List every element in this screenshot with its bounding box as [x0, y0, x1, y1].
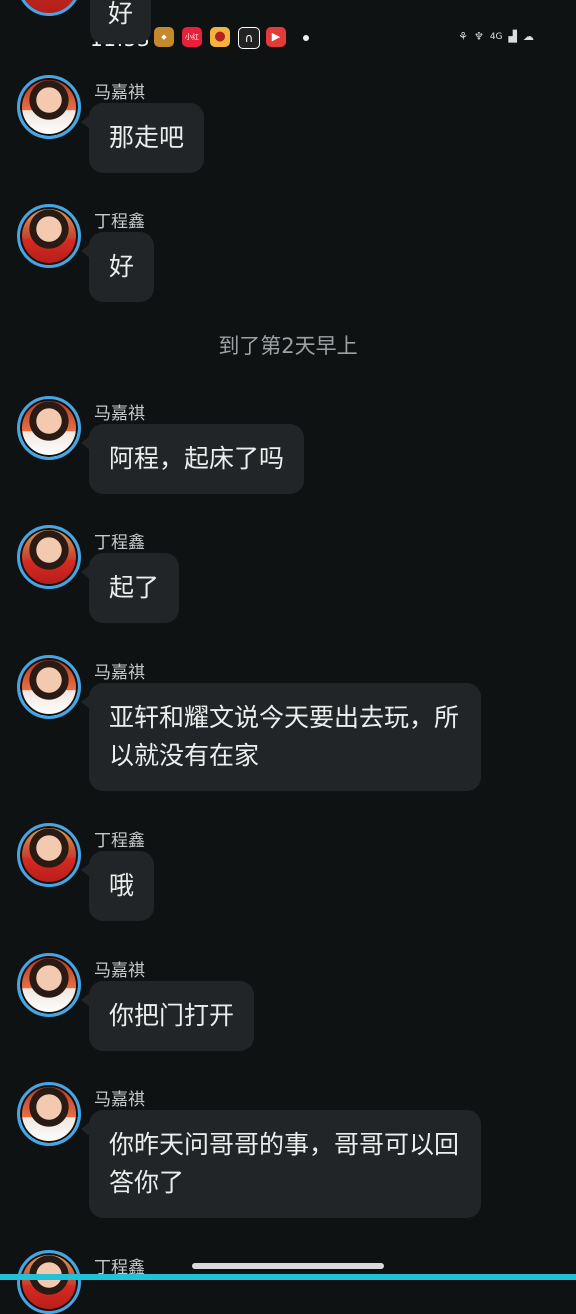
- avatar[interactable]: [17, 204, 81, 268]
- sender-name: 马嘉祺: [94, 663, 145, 683]
- message-bubble[interactable]: 亚轩和耀文说今天要出去玩，所以就没有在家: [81, 683, 481, 791]
- signal-icon: ▟: [508, 30, 517, 43]
- message-bubble-partial: 好: [90, 0, 152, 44]
- message-bubble[interactable]: 你昨天问哥哥的事，哥哥可以回答你了: [81, 1110, 481, 1218]
- message-bubble[interactable]: 阿程，起床了吗: [80, 424, 305, 494]
- sender-name: 马嘉祺: [94, 83, 145, 103]
- avatar[interactable]: [17, 1250, 81, 1314]
- message-bubble[interactable]: 你把门打开: [80, 981, 255, 1051]
- avatar[interactable]: [17, 655, 81, 719]
- message-bubble[interactable]: 好: [80, 232, 155, 302]
- home-indicator[interactable]: [192, 1263, 384, 1269]
- notification-dot-icon: [303, 35, 309, 41]
- sender-name: 马嘉祺: [94, 404, 145, 424]
- tag-icon: ⚘: [458, 30, 468, 43]
- sender-name: 丁程鑫: [94, 533, 145, 553]
- sender-name: 丁程鑫: [94, 831, 145, 851]
- trophy-icon: ♆: [473, 30, 484, 43]
- xiaohongshu-icon: 小红书: [182, 27, 202, 47]
- avatar[interactable]: [17, 823, 81, 887]
- sender-name: 马嘉祺: [94, 1090, 145, 1110]
- avatar[interactable]: [17, 525, 81, 589]
- network-4g-label: 4G: [489, 32, 503, 42]
- avatar[interactable]: [17, 396, 81, 460]
- status-right-icons: ⚘ ♆ 4G ▟ ☁: [458, 28, 534, 46]
- avatar[interactable]: [17, 953, 81, 1017]
- status-bar: 11:53 ◆ 小红书 ● ∩ ▶ ⚘ ♆ 4G ▟ ☁: [0, 0, 576, 78]
- game-app-icon: ◆: [154, 27, 174, 47]
- weibo-icon: ●: [210, 27, 230, 47]
- message-bubble[interactable]: 那走吧: [80, 103, 205, 173]
- avatar[interactable]: [17, 1082, 81, 1146]
- avatar[interactable]: [17, 75, 81, 139]
- video-app-icon: ▶: [266, 27, 286, 47]
- bottom-accent-bar: [0, 1274, 576, 1280]
- battery-icon: ☁: [523, 30, 534, 43]
- message-bubble[interactable]: 起了: [80, 553, 180, 623]
- sender-name: 丁程鑫: [94, 212, 145, 232]
- message-bubble[interactable]: 哦: [80, 851, 155, 921]
- sender-name: 马嘉祺: [94, 961, 145, 981]
- headset-app-icon: ∩: [238, 27, 260, 49]
- time-divider: 到了第2天早上: [218, 334, 358, 358]
